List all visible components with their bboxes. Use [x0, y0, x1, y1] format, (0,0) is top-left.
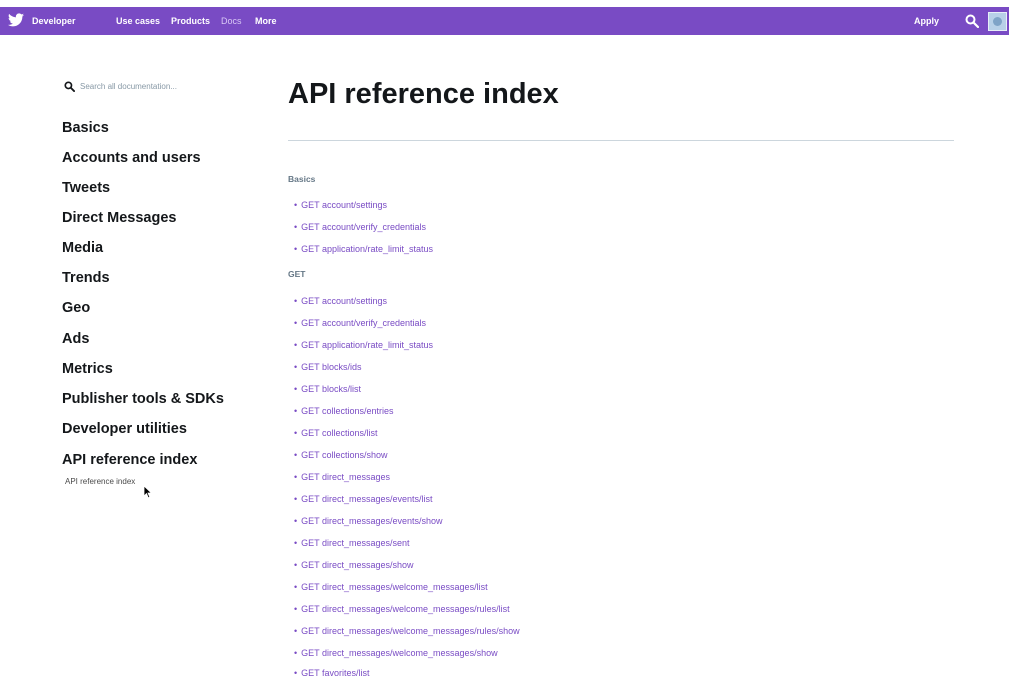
bullet-icon: • — [294, 318, 298, 328]
api-link[interactable]: • GET direct_messages/welcome_messages/sh… — [294, 648, 498, 658]
sidebar-item-accounts-and-users[interactable]: Accounts and users — [62, 150, 201, 166]
section-heading-get: GET — [288, 269, 306, 279]
sidebar-item-geo[interactable]: Geo — [62, 300, 90, 316]
sidebar-item-trends[interactable]: Trends — [62, 270, 110, 286]
api-link[interactable]: • GET account/settings — [294, 200, 387, 210]
page-title: API reference index — [288, 78, 559, 110]
api-link[interactable]: • GET blocks/list — [294, 384, 361, 394]
sidebar-item-ads[interactable]: Ads — [62, 331, 89, 347]
bullet-icon: • — [294, 604, 298, 614]
bullet-icon: • — [294, 516, 298, 526]
bullet-icon: • — [294, 538, 298, 548]
api-link[interactable]: • GET collections/list — [294, 428, 378, 438]
api-link[interactable]: • GET favorites/list — [294, 668, 370, 678]
bullet-icon: • — [294, 384, 298, 394]
sidebar-item-tweets[interactable]: Tweets — [62, 180, 110, 196]
api-link[interactable]: • GET account/verify_credentials — [294, 222, 426, 232]
bullet-icon: • — [294, 244, 298, 254]
api-link[interactable]: • GET direct_messages/welcome_messages/ru… — [294, 626, 520, 636]
bullet-icon: • — [294, 428, 298, 438]
bullet-icon: • — [294, 560, 298, 570]
api-link[interactable]: • GET direct_messages/welcome_messages/li… — [294, 582, 488, 592]
nav-item-more[interactable]: More — [255, 7, 277, 35]
api-link[interactable]: • GET account/verify_credentials — [294, 318, 426, 328]
twitter-bird-icon[interactable] — [8, 13, 24, 27]
bullet-icon: • — [294, 582, 298, 592]
bullet-icon: • — [294, 340, 298, 350]
sidebar-subitem-api-reference-index[interactable]: API reference index — [65, 477, 135, 486]
section-heading-basics: Basics — [288, 174, 316, 184]
search-icon[interactable] — [965, 14, 979, 28]
sidebar-item-developer-utilities[interactable]: Developer utilities — [62, 421, 187, 437]
api-link[interactable]: • GET account/settings — [294, 296, 387, 306]
bullet-icon: • — [294, 406, 298, 416]
api-link[interactable]: • GET blocks/ids — [294, 362, 362, 372]
bullet-icon: • — [294, 472, 298, 482]
api-link[interactable]: • GET direct_messages — [294, 472, 390, 482]
title-divider — [288, 140, 954, 141]
bullet-icon: • — [294, 626, 298, 636]
api-link[interactable]: • GET collections/show — [294, 450, 388, 460]
nav-item-use-cases[interactable]: Use cases — [116, 7, 160, 35]
api-link[interactable]: • GET application/rate_limit_status — [294, 244, 433, 254]
top-nav-bar: Developer Use cases Products Docs More A… — [0, 7, 1009, 35]
bullet-icon: • — [294, 648, 298, 658]
bullet-icon: • — [294, 494, 298, 504]
nav-item-products[interactable]: Products — [171, 7, 210, 35]
search-input[interactable] — [80, 81, 230, 91]
bullet-icon: • — [294, 362, 298, 372]
bullet-icon: • — [294, 296, 298, 306]
nav-item-docs[interactable]: Docs — [221, 7, 242, 35]
mouse-pointer-icon — [143, 485, 153, 499]
doc-search[interactable] — [64, 79, 244, 93]
bullet-icon: • — [294, 222, 298, 232]
sidebar-item-direct-messages[interactable]: Direct Messages — [62, 210, 176, 226]
bullet-icon: • — [294, 668, 298, 678]
sidebar-item-media[interactable]: Media — [62, 240, 103, 256]
api-link[interactable]: • GET direct_messages/show — [294, 560, 414, 570]
bullet-icon: • — [294, 450, 298, 460]
sidebar-item-api-reference-index[interactable]: API reference index — [62, 452, 197, 468]
nav-brand-developer[interactable]: Developer — [32, 7, 76, 35]
search-icon — [64, 80, 75, 92]
sidebar-item-basics[interactable]: Basics — [62, 120, 109, 136]
apply-link[interactable]: Apply — [914, 7, 939, 35]
api-link[interactable]: • GET direct_messages/events/list — [294, 494, 433, 504]
avatar[interactable] — [988, 12, 1007, 31]
bullet-icon: • — [294, 200, 298, 210]
sidebar-item-publisher-tools[interactable]: Publisher tools & SDKs — [62, 391, 224, 407]
api-link[interactable]: • GET direct_messages/events/show — [294, 516, 443, 526]
api-link[interactable]: • GET application/rate_limit_status — [294, 340, 433, 350]
api-link[interactable]: • GET direct_messages/welcome_messages/ru… — [294, 604, 510, 614]
api-link[interactable]: • GET collections/entries — [294, 406, 394, 416]
api-link[interactable]: • GET direct_messages/sent — [294, 538, 410, 548]
sidebar-item-metrics[interactable]: Metrics — [62, 361, 113, 377]
